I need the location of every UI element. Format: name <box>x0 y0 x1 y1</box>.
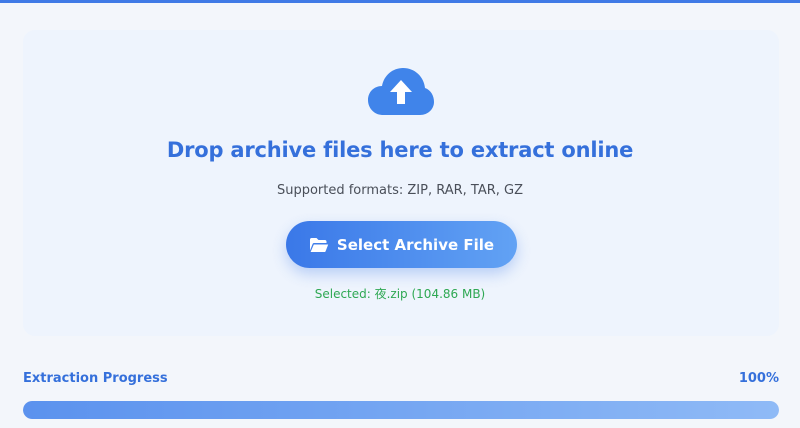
extraction-progress-bar <box>23 401 779 419</box>
folder-open-icon <box>309 237 329 252</box>
extraction-progress-label: Extraction Progress <box>23 371 168 386</box>
top-accent-bar <box>0 0 800 3</box>
cloud-upload-icon <box>368 68 434 115</box>
select-archive-file-button[interactable]: Select Archive File <box>286 221 517 268</box>
select-archive-file-label: Select Archive File <box>336 235 495 254</box>
supported-formats-text: Supported formats: ZIP, RAR, TAR, GZ <box>276 183 524 198</box>
drop-zone-title: Drop archive files here to extract onlin… <box>166 138 634 162</box>
extraction-progress-fill <box>23 401 779 419</box>
selected-file-info: Selected: 夜.zip (104.86 MB) <box>314 287 486 301</box>
extraction-progress-value: 100% <box>738 371 779 386</box>
